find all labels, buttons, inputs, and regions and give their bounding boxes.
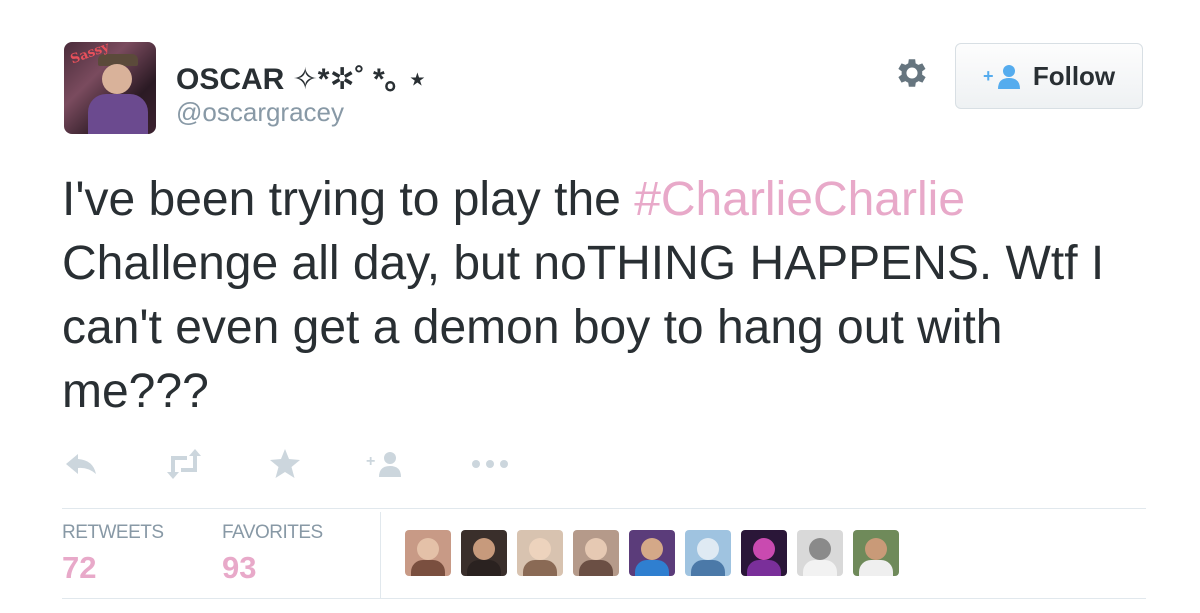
favoriter-avatar-4[interactable] bbox=[573, 530, 619, 576]
tweet-text-part-1: I've been trying to play the bbox=[62, 173, 635, 226]
more-icon[interactable] bbox=[470, 446, 510, 482]
avatar-head bbox=[809, 538, 831, 560]
user-handle[interactable]: @oscargracey bbox=[176, 97, 344, 128]
favoriter-avatar-3[interactable] bbox=[517, 530, 563, 576]
favoriter-avatar-8[interactable] bbox=[797, 530, 843, 576]
tweet-text: I've been trying to play the #CharlieCha… bbox=[62, 168, 1162, 424]
profile-avatar[interactable]: Sassy bbox=[64, 42, 156, 134]
follow-button[interactable]: + Follow bbox=[955, 43, 1143, 109]
favoriter-avatar-1[interactable] bbox=[405, 530, 451, 576]
favoriter-avatar-9[interactable] bbox=[853, 530, 899, 576]
avatar-body bbox=[803, 560, 837, 576]
favorite-icon[interactable] bbox=[268, 446, 302, 482]
favoriter-avatars bbox=[405, 530, 899, 576]
gear-icon[interactable] bbox=[893, 54, 931, 92]
tweet-actions: + bbox=[0, 446, 600, 486]
follow-button-label: Follow bbox=[1032, 60, 1116, 91]
avatar-head bbox=[753, 538, 775, 560]
favorites-count: 93 bbox=[222, 550, 257, 585]
avatar-body bbox=[635, 560, 669, 576]
favorites-stat[interactable]: FAVORITES 93 bbox=[222, 522, 323, 586]
avatar-body bbox=[747, 560, 781, 576]
avatar-face bbox=[102, 64, 132, 94]
hashtag-link[interactable]: #CharlieCharlie bbox=[634, 173, 965, 226]
favoriter-avatar-7[interactable] bbox=[741, 530, 787, 576]
reply-icon[interactable] bbox=[64, 446, 98, 482]
favoriter-avatar-2[interactable] bbox=[461, 530, 507, 576]
favoriter-avatar-5[interactable] bbox=[629, 530, 675, 576]
svg-text:+: + bbox=[983, 66, 994, 86]
retweets-count: 72 bbox=[62, 550, 97, 585]
retweet-icon[interactable] bbox=[163, 446, 205, 482]
avatar-head bbox=[585, 538, 607, 560]
avatar-body bbox=[859, 560, 893, 576]
favorites-label: FAVORITES bbox=[222, 522, 323, 543]
avatar-head bbox=[473, 538, 495, 560]
avatar-head bbox=[697, 538, 719, 560]
tweet-text-part-2: Challenge all day, but noTHING HAPPENS. … bbox=[62, 237, 1105, 418]
avatar-head bbox=[417, 538, 439, 560]
display-name[interactable]: OSCAR ✧*✲˚ *｡ ⋆ bbox=[176, 54, 427, 98]
avatar-head bbox=[529, 538, 551, 560]
stats-top-divider bbox=[62, 508, 1146, 509]
avatar-body bbox=[691, 560, 725, 576]
stats-vertical-divider bbox=[380, 512, 381, 598]
favoriter-avatar-6[interactable] bbox=[685, 530, 731, 576]
retweets-stat[interactable]: RETWEETS 72 bbox=[62, 522, 164, 586]
avatar-body bbox=[467, 560, 501, 576]
avatar-shirt bbox=[88, 94, 148, 134]
avatar-body bbox=[523, 560, 557, 576]
avatar-head bbox=[641, 538, 663, 560]
avatar-head bbox=[865, 538, 887, 560]
stats-bottom-divider bbox=[62, 598, 1146, 599]
svg-text:+: + bbox=[366, 453, 375, 470]
add-user-icon: + bbox=[983, 65, 1020, 89]
follow-small-icon[interactable]: + bbox=[366, 446, 406, 482]
avatar-body bbox=[411, 560, 445, 576]
avatar-body bbox=[579, 560, 613, 576]
retweets-label: RETWEETS bbox=[62, 522, 164, 543]
